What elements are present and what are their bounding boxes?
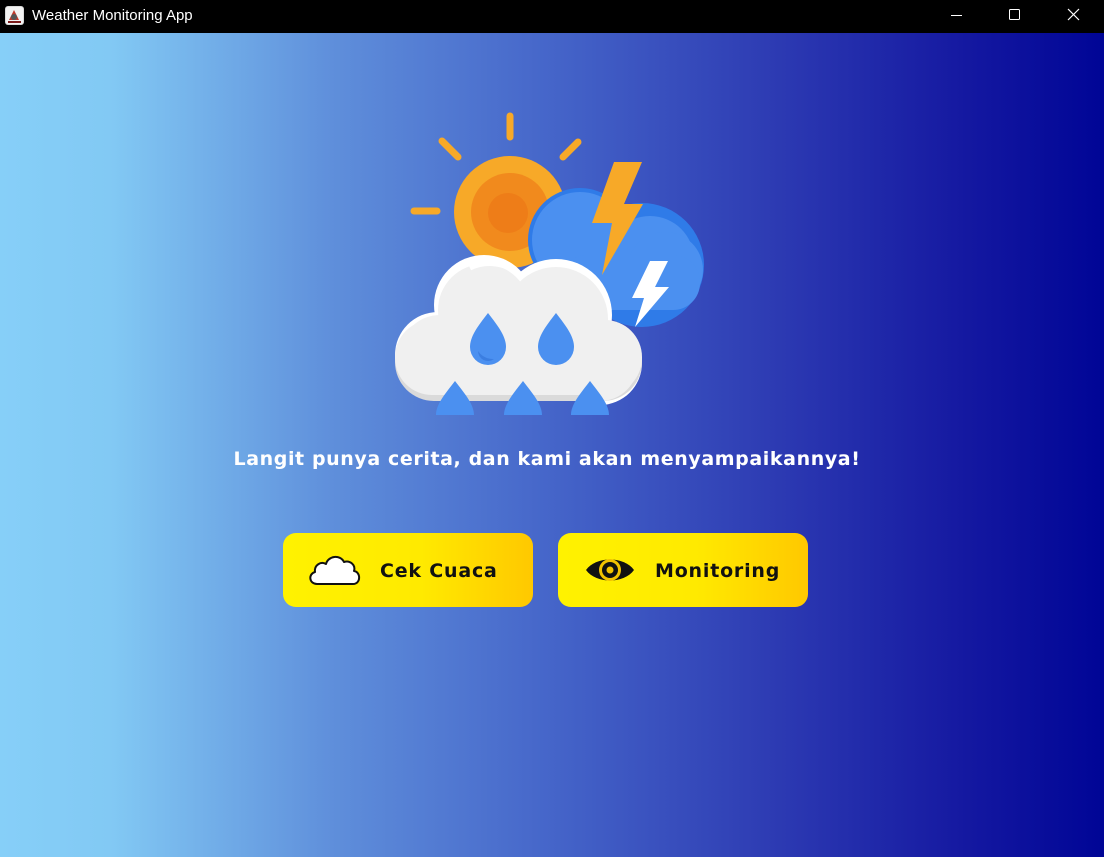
minimize-button[interactable] <box>927 0 985 33</box>
cek-cuaca-label: Cek Cuaca <box>380 560 498 582</box>
tagline: Langit punya cerita, dan kami akan menya… <box>233 448 861 470</box>
cek-cuaca-button[interactable]: Cek Cuaca <box>283 533 533 607</box>
app-window: Weather Monitoring App Langit punya ceri… <box>0 0 1104 857</box>
app-icon <box>5 6 24 25</box>
title-bar[interactable]: Weather Monitoring App <box>0 0 1104 33</box>
eye-icon <box>586 559 634 581</box>
close-button[interactable] <box>1044 0 1102 33</box>
close-icon <box>1067 8 1080 21</box>
sun-cloud-rain-lightning-icon <box>395 112 704 415</box>
window-title: Weather Monitoring App <box>32 7 193 24</box>
maximize-button[interactable] <box>985 0 1043 33</box>
maximize-icon <box>1009 9 1020 20</box>
monitoring-label: Monitoring <box>655 560 781 582</box>
monitoring-button[interactable]: Monitoring <box>558 533 808 607</box>
minimize-icon <box>951 15 962 16</box>
cloud-icon <box>309 556 361 585</box>
main-content: Langit punya cerita, dan kami akan menya… <box>0 33 1104 857</box>
